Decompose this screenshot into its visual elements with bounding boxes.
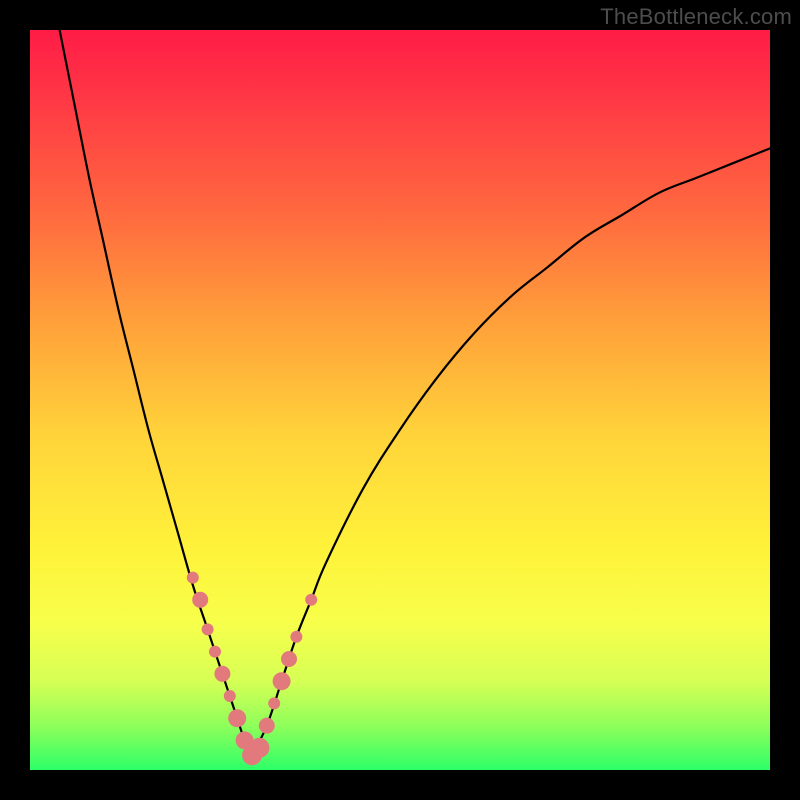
series-bottleneck-right	[252, 148, 770, 755]
marker-point	[224, 690, 236, 702]
marker-point	[273, 672, 291, 690]
marker-point	[192, 592, 208, 608]
marker-point	[202, 623, 214, 635]
curve-layer	[30, 30, 770, 770]
marker-point	[209, 646, 221, 658]
marker-point	[187, 572, 199, 584]
chart-frame: TheBottleneck.com	[0, 0, 800, 800]
marker-point	[305, 594, 317, 606]
marker-point	[290, 631, 302, 643]
marker-point	[268, 697, 280, 709]
marker-point	[281, 651, 297, 667]
plot-area	[30, 30, 770, 770]
marker-point	[249, 738, 269, 758]
marker-point	[259, 718, 275, 734]
marker-point	[228, 709, 246, 727]
watermark-text: TheBottleneck.com	[600, 4, 792, 30]
marker-point	[214, 666, 230, 682]
series-bottleneck-left	[60, 30, 252, 755]
